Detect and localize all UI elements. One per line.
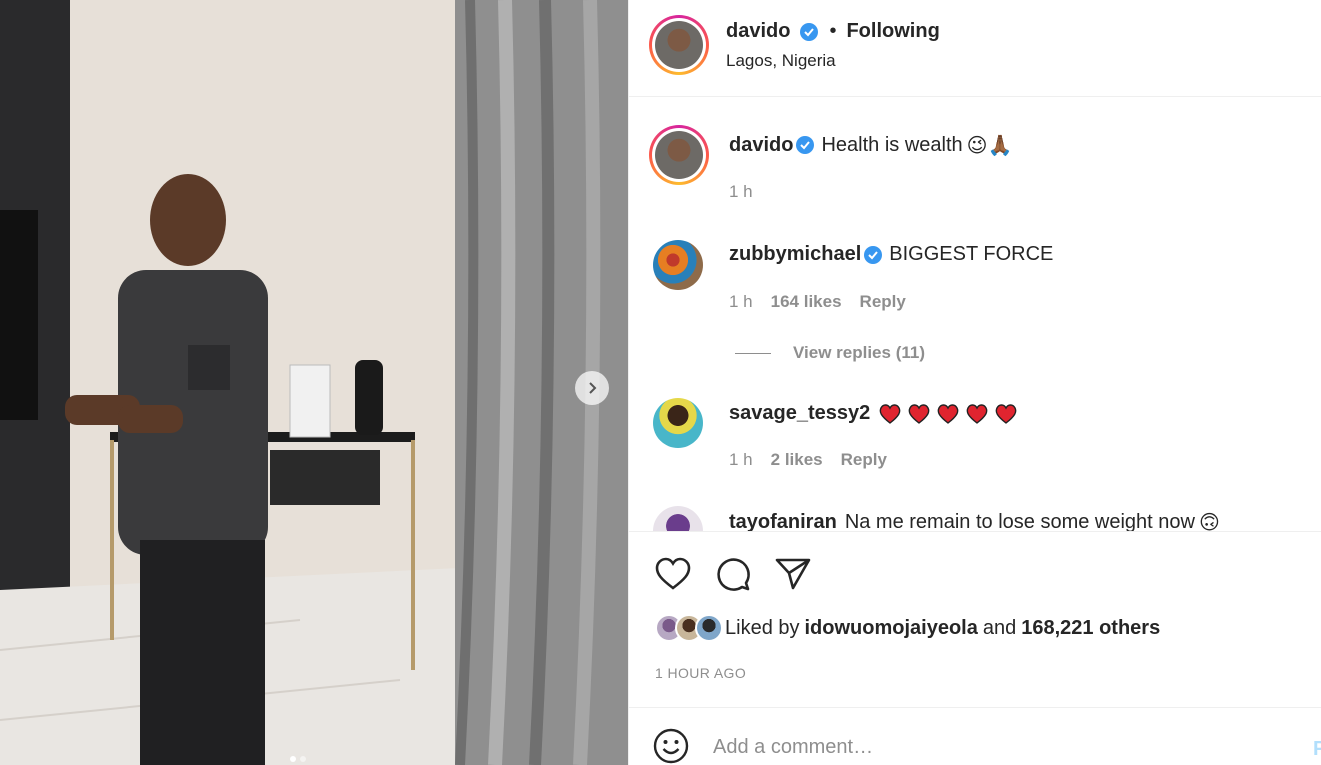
comment-likes[interactable]: 164 likes — [771, 292, 842, 312]
reply-button[interactable]: Reply — [841, 450, 887, 470]
comment-button[interactable] — [713, 554, 753, 594]
carousel-dot — [300, 756, 306, 762]
comment-username[interactable]: tayofaniran — [729, 511, 837, 532]
heart-emoji-icon — [908, 403, 930, 424]
liker-avatar — [695, 614, 723, 642]
add-comment-bar: Post — [629, 707, 1321, 765]
comment-time[interactable]: 1 h — [729, 450, 753, 470]
commenter-avatar[interactable] — [653, 398, 703, 448]
post-photo[interactable] — [0, 0, 628, 765]
author-username[interactable]: davido — [726, 20, 790, 43]
carousel-dot — [290, 756, 296, 762]
comment-username[interactable]: zubbymichael — [729, 243, 861, 266]
post-header: davido • Following Lagos, Nigeria — [629, 0, 1321, 97]
post-actions: Liked by idowuomojaiyeola and 168,221 ot… — [629, 531, 1321, 707]
liked-by-joiner: and — [982, 616, 1017, 639]
comment-text: Na me remain to lose some weight now — [844, 510, 1195, 532]
separator: • — [829, 20, 837, 42]
view-replies-label: View replies (11) — [793, 343, 925, 362]
comment-icon — [717, 558, 750, 591]
heart-emoji-icon — [966, 403, 988, 424]
post-detail-panel: davido • Following Lagos, Nigeria davido… — [628, 0, 1321, 765]
divider — [735, 352, 771, 354]
chevron-right-icon — [589, 382, 597, 394]
post-comment-button[interactable]: Post — [1313, 738, 1321, 761]
emoji-picker-button[interactable] — [653, 728, 689, 764]
following-button[interactable]: Following — [846, 20, 939, 43]
share-icon — [775, 558, 811, 590]
caption-username[interactable]: davido — [729, 134, 793, 157]
comments-list[interactable]: davido Health is wealth 😉🙏🏾 1 h zubbymic… — [629, 97, 1321, 531]
heart-emoji-icon — [937, 403, 959, 424]
share-button[interactable] — [773, 554, 813, 594]
carousel-indicator — [290, 756, 306, 762]
heart-icon — [655, 557, 691, 590]
comment-time[interactable]: 1 h — [729, 292, 753, 312]
liker-avatars[interactable] — [655, 614, 723, 642]
view-replies-button[interactable]: View replies (11) — [735, 343, 925, 363]
likes-count[interactable]: 168,221 others — [1021, 617, 1160, 640]
commenter-avatar[interactable] — [653, 240, 703, 290]
like-button[interactable] — [653, 554, 693, 594]
post-location[interactable]: Lagos, Nigeria — [726, 51, 836, 71]
comment-hearts — [878, 403, 1018, 425]
liked-by-prefix: Liked by — [725, 616, 800, 639]
caption-emojis: 😉🙏🏾 — [966, 133, 1013, 157]
caption-author-avatar[interactable] — [649, 125, 709, 185]
verified-badge-icon — [796, 136, 815, 154]
verified-badge-icon — [864, 245, 883, 264]
comment-username[interactable]: savage_tessy2 — [729, 402, 870, 425]
heart-emoji-icon — [879, 403, 901, 424]
verified-badge-icon — [800, 22, 819, 41]
commenter-avatar[interactable] — [653, 506, 703, 531]
comment-input[interactable] — [713, 730, 1273, 764]
likes-summary: Liked by idowuomojaiyeola and 168,221 ot… — [655, 614, 1165, 642]
heart-emoji-icon — [995, 403, 1017, 424]
author-avatar[interactable] — [649, 15, 709, 75]
caption-text: Health is wealth — [821, 133, 963, 156]
emoji-icon — [653, 728, 689, 764]
comment-likes[interactable]: 2 likes — [771, 450, 823, 470]
post-timestamp[interactable]: 1 HOUR AGO — [655, 665, 746, 681]
comment-text: BIGGEST FORCE — [889, 243, 1054, 265]
comment-emojis: 🙃 — [1198, 510, 1220, 531]
photo-illustration — [0, 0, 628, 765]
next-image-button[interactable] — [575, 371, 609, 405]
first-liker-username[interactable]: idowuomojaiyeola — [805, 617, 978, 640]
reply-button[interactable]: Reply — [860, 292, 906, 312]
caption-time[interactable]: 1 h — [729, 182, 753, 202]
